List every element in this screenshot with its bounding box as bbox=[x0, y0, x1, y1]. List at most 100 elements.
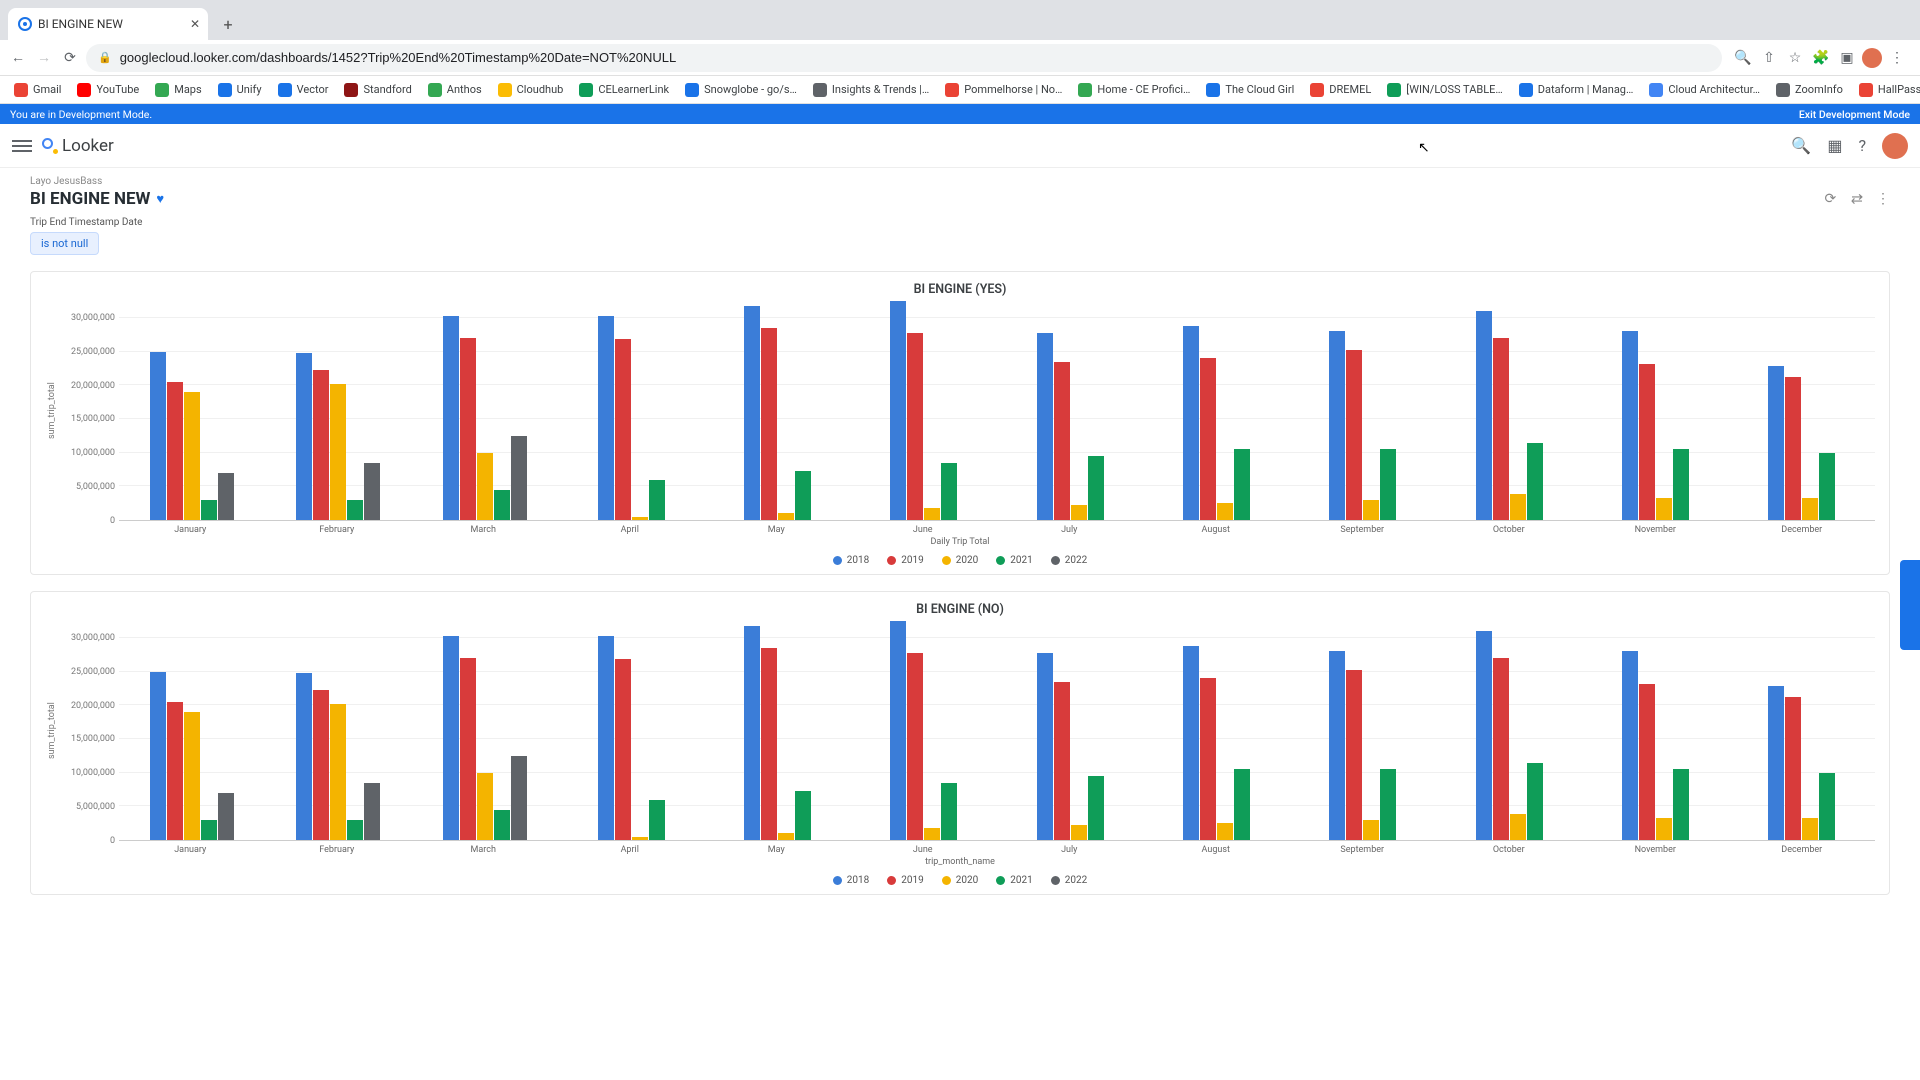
bookmark-item[interactable]: HallPass - Google… bbox=[1853, 81, 1920, 99]
bar[interactable] bbox=[1071, 505, 1087, 520]
filter-chip[interactable]: is not null bbox=[30, 232, 99, 255]
bar[interactable] bbox=[1802, 818, 1818, 840]
bar[interactable] bbox=[1054, 682, 1070, 840]
legend-item[interactable]: 2020 bbox=[942, 875, 978, 886]
bar[interactable] bbox=[1768, 366, 1784, 520]
bar[interactable] bbox=[1217, 503, 1233, 520]
bar[interactable] bbox=[890, 301, 906, 520]
profile-avatar[interactable] bbox=[1862, 48, 1882, 68]
bar[interactable] bbox=[941, 783, 957, 840]
marketplace-icon[interactable]: ▦ bbox=[1827, 136, 1842, 155]
url-input[interactable] bbox=[120, 50, 1710, 65]
bar[interactable] bbox=[1363, 500, 1379, 520]
close-tab-icon[interactable]: ✕ bbox=[190, 17, 200, 31]
bar[interactable] bbox=[1054, 362, 1070, 520]
bar[interactable] bbox=[1476, 631, 1492, 840]
side-panel-icon[interactable]: ▣ bbox=[1836, 47, 1858, 69]
bar[interactable] bbox=[1071, 825, 1087, 840]
bar[interactable] bbox=[150, 352, 166, 520]
bar[interactable] bbox=[615, 339, 631, 520]
bar[interactable] bbox=[1234, 769, 1250, 840]
bar[interactable] bbox=[924, 508, 940, 520]
bar[interactable] bbox=[511, 436, 527, 520]
bar[interactable] bbox=[1476, 311, 1492, 520]
bar[interactable] bbox=[1639, 364, 1655, 520]
bookmark-item[interactable]: Home - CE Profici… bbox=[1072, 81, 1196, 99]
bar[interactable] bbox=[1510, 814, 1526, 840]
bar[interactable] bbox=[778, 833, 794, 840]
refresh-icon[interactable]: ⟳ bbox=[1825, 191, 1837, 207]
browser-tab[interactable]: BI ENGINE NEW ✕ bbox=[8, 8, 208, 40]
zoom-icon[interactable]: 🔍 bbox=[1732, 47, 1754, 69]
legend-item[interactable]: 2022 bbox=[1051, 555, 1087, 566]
bar[interactable] bbox=[907, 333, 923, 520]
bar[interactable] bbox=[477, 453, 493, 520]
bar[interactable] bbox=[364, 783, 380, 840]
bar[interactable] bbox=[494, 490, 510, 520]
bar[interactable] bbox=[907, 653, 923, 840]
bar[interactable] bbox=[1037, 653, 1053, 840]
bar[interactable] bbox=[477, 773, 493, 840]
bar[interactable] bbox=[890, 621, 906, 840]
bar[interactable] bbox=[1088, 776, 1104, 840]
bar[interactable] bbox=[1656, 818, 1672, 840]
reload-icon[interactable]: ⟳ bbox=[60, 48, 80, 68]
bar[interactable] bbox=[1329, 651, 1345, 840]
bookmark-item[interactable]: DREMEL bbox=[1304, 81, 1377, 99]
bar[interactable] bbox=[296, 673, 312, 840]
favorite-heart-icon[interactable]: ♥ bbox=[156, 191, 164, 207]
new-tab-button[interactable]: + bbox=[214, 10, 242, 38]
help-icon[interactable]: ? bbox=[1858, 136, 1866, 155]
bar[interactable] bbox=[347, 500, 363, 520]
feedback-side-tab[interactable] bbox=[1900, 560, 1920, 650]
bar[interactable] bbox=[649, 800, 665, 840]
search-icon[interactable]: 🔍 bbox=[1791, 136, 1811, 155]
bar[interactable] bbox=[1622, 331, 1638, 520]
bar[interactable] bbox=[1200, 358, 1216, 520]
chart-plot-area[interactable]: sum_trip_total05,000,00010,000,00015,000… bbox=[45, 301, 1875, 521]
bookmark-item[interactable]: Standford bbox=[338, 81, 417, 99]
bar[interactable] bbox=[778, 513, 794, 520]
bookmark-item[interactable]: The Cloud Girl bbox=[1200, 81, 1300, 99]
bar[interactable] bbox=[330, 384, 346, 520]
bar[interactable] bbox=[1785, 377, 1801, 520]
bar[interactable] bbox=[1380, 769, 1396, 840]
bar[interactable] bbox=[1622, 651, 1638, 840]
legend-item[interactable]: 2020 bbox=[942, 555, 978, 566]
bar[interactable] bbox=[184, 712, 200, 840]
bar[interactable] bbox=[1088, 456, 1104, 520]
bar[interactable] bbox=[1346, 350, 1362, 520]
bar[interactable] bbox=[615, 659, 631, 840]
bar[interactable] bbox=[1217, 823, 1233, 840]
legend-item[interactable]: 2018 bbox=[833, 875, 869, 886]
bookmark-item[interactable]: Gmail bbox=[8, 81, 67, 99]
legend-item[interactable]: 2019 bbox=[887, 875, 923, 886]
bar[interactable] bbox=[1510, 494, 1526, 520]
bar[interactable] bbox=[632, 517, 648, 520]
breadcrumb[interactable]: Layo JesusBass bbox=[30, 176, 1890, 187]
bar[interactable] bbox=[184, 392, 200, 520]
bar[interactable] bbox=[167, 382, 183, 520]
bar[interactable] bbox=[795, 471, 811, 520]
bar[interactable] bbox=[347, 820, 363, 840]
filters-icon[interactable]: ⇅ bbox=[1848, 193, 1864, 205]
bar[interactable] bbox=[1819, 453, 1835, 520]
bar[interactable] bbox=[1673, 769, 1689, 840]
main-menu-icon[interactable] bbox=[12, 140, 32, 152]
bar[interactable] bbox=[598, 316, 614, 520]
looker-logo[interactable]: Looker bbox=[42, 136, 114, 156]
bar[interactable] bbox=[744, 306, 760, 520]
bar[interactable] bbox=[460, 338, 476, 520]
back-icon[interactable]: ← bbox=[8, 48, 28, 68]
bookmark-item[interactable]: [WIN/LOSS TABLE… bbox=[1381, 81, 1508, 99]
bar[interactable] bbox=[313, 690, 329, 840]
bar[interactable] bbox=[1183, 646, 1199, 840]
bar[interactable] bbox=[150, 672, 166, 840]
bookmark-item[interactable]: Unify bbox=[212, 81, 268, 99]
bookmark-item[interactable]: Snowglobe - go/s… bbox=[679, 81, 803, 99]
bar[interactable] bbox=[761, 328, 777, 520]
bar[interactable] bbox=[744, 626, 760, 840]
bar[interactable] bbox=[941, 463, 957, 520]
bar[interactable] bbox=[1200, 678, 1216, 840]
bar[interactable] bbox=[1785, 697, 1801, 840]
